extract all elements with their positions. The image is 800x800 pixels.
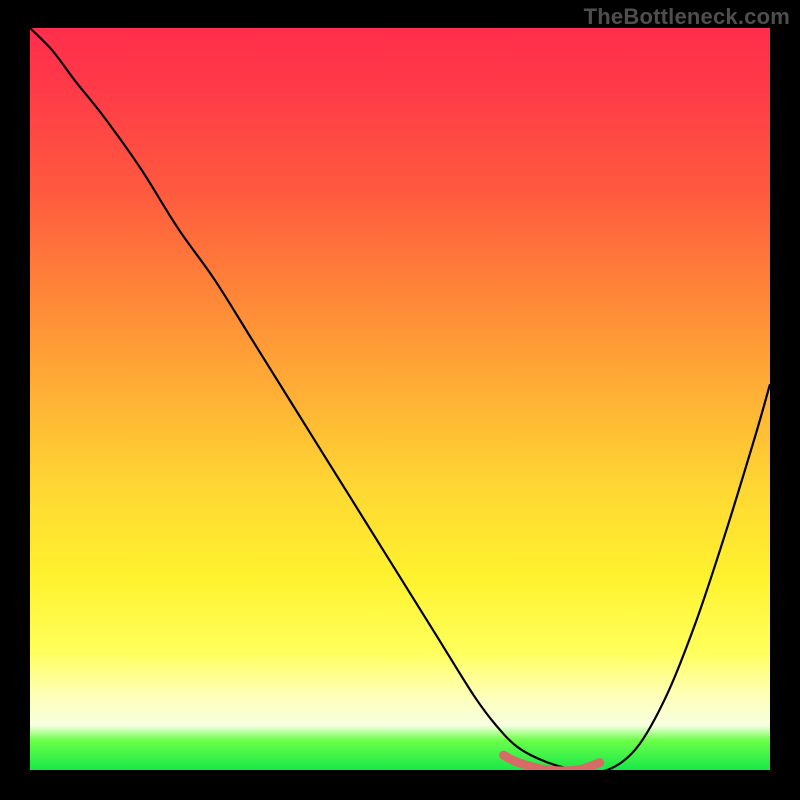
chart-frame: TheBottleneck.com	[0, 0, 800, 800]
optimal-range-highlight	[504, 755, 600, 770]
curve-layer	[30, 28, 770, 770]
watermark-text: TheBottleneck.com	[584, 4, 790, 30]
plot-area	[30, 28, 770, 770]
bottleneck-curve	[30, 28, 770, 770]
